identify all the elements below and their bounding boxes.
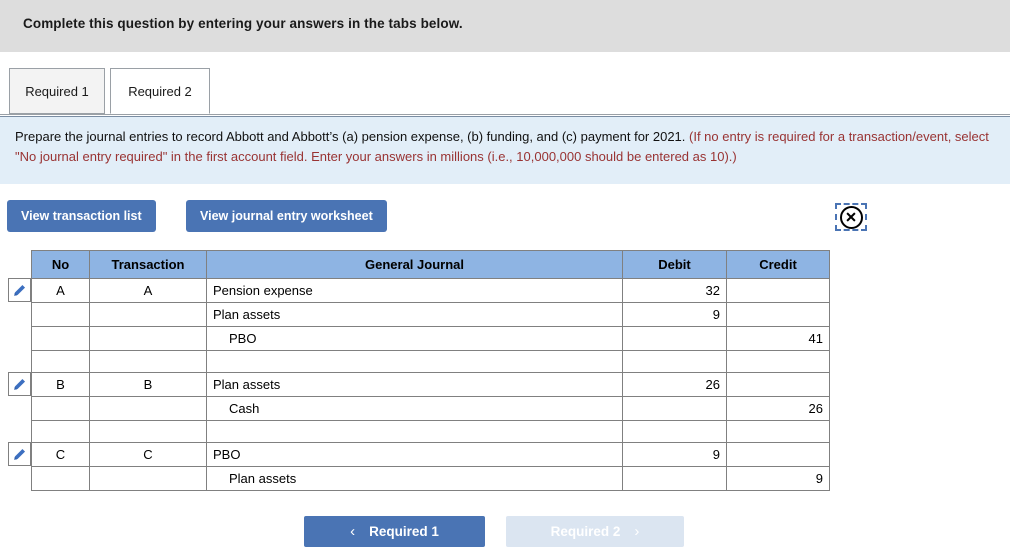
- table-row: C C PBO 9: [8, 442, 830, 467]
- table-row: Plan assets 9: [31, 466, 830, 491]
- chevron-left-icon: ‹: [350, 523, 356, 540]
- column-header-no: No: [31, 250, 90, 279]
- table-spacer-row: [31, 350, 830, 373]
- cell-debit[interactable]: [622, 466, 727, 491]
- tab-strip: Required 1 Required 2: [0, 68, 1010, 115]
- close-button[interactable]: [835, 203, 867, 231]
- cell-credit[interactable]: [726, 420, 830, 443]
- column-header-transaction: Transaction: [89, 250, 207, 279]
- instruction-panel: Prepare the journal entries to record Ab…: [0, 116, 1010, 184]
- cell-transaction[interactable]: [89, 466, 207, 491]
- cell-debit[interactable]: [622, 326, 727, 351]
- table-row: PBO 41: [31, 326, 830, 351]
- cell-credit[interactable]: [726, 372, 830, 397]
- prev-button-label: Required 1: [369, 524, 439, 539]
- cell-debit[interactable]: 32: [622, 278, 727, 303]
- close-circle-icon: [839, 205, 863, 229]
- journal-table: No Transaction General Journal Debit Cre…: [8, 250, 830, 491]
- cell-no[interactable]: [31, 466, 90, 491]
- chevron-right-icon: ›: [634, 523, 640, 540]
- cell-debit[interactable]: 26: [622, 372, 727, 397]
- cell-no[interactable]: [31, 350, 90, 373]
- table-spacer-row: [31, 420, 830, 443]
- cell-account[interactable]: Plan assets: [206, 372, 623, 397]
- cell-credit[interactable]: [726, 302, 830, 327]
- table-row: A A Pension expense 32: [8, 278, 830, 303]
- pencil-icon: [13, 448, 26, 461]
- cell-no[interactable]: [31, 396, 90, 421]
- cell-credit[interactable]: [726, 278, 830, 303]
- edit-row-button[interactable]: [8, 372, 31, 396]
- tab-required-1[interactable]: Required 1: [9, 68, 105, 114]
- view-journal-entry-worksheet-button[interactable]: View journal entry worksheet: [186, 200, 387, 232]
- cell-debit[interactable]: [622, 396, 727, 421]
- column-header-general-journal: General Journal: [206, 250, 623, 279]
- tab-required-2[interactable]: Required 2: [110, 68, 210, 114]
- column-header-debit: Debit: [622, 250, 727, 279]
- cell-no[interactable]: [31, 420, 90, 443]
- instruction-primary-text: Prepare the journal entries to record Ab…: [15, 129, 690, 144]
- cell-account[interactable]: PBO: [206, 442, 623, 467]
- cell-credit[interactable]: 41: [726, 326, 830, 351]
- cell-debit[interactable]: [622, 420, 727, 443]
- cell-transaction[interactable]: [89, 326, 207, 351]
- cell-no[interactable]: [31, 326, 90, 351]
- cell-transaction[interactable]: [89, 396, 207, 421]
- cell-transaction[interactable]: A: [89, 278, 207, 303]
- table-row: B B Plan assets 26: [8, 372, 830, 397]
- cell-account[interactable]: [206, 420, 623, 443]
- cell-no[interactable]: B: [8, 372, 90, 397]
- pager-navigation: ‹ Required 1 Required 2 ›: [0, 516, 1010, 550]
- cell-no[interactable]: C: [8, 442, 90, 467]
- cell-no[interactable]: A: [8, 278, 90, 303]
- next-button-label: Required 2: [550, 524, 621, 539]
- pencil-icon: [13, 284, 26, 297]
- cell-credit[interactable]: 9: [726, 466, 830, 491]
- question-banner-text: Complete this question by entering your …: [23, 16, 463, 31]
- cell-credit[interactable]: [726, 350, 830, 373]
- table-header-row: No Transaction General Journal Debit Cre…: [31, 250, 830, 279]
- prev-required-1-button[interactable]: ‹ Required 1: [304, 516, 485, 547]
- cell-transaction[interactable]: [89, 420, 207, 443]
- cell-account[interactable]: Plan assets: [206, 466, 623, 491]
- cell-account[interactable]: Plan assets: [206, 302, 623, 327]
- cell-debit[interactable]: [622, 350, 727, 373]
- cell-transaction[interactable]: C: [89, 442, 207, 467]
- table-row: Plan assets 9: [31, 302, 830, 327]
- cell-transaction[interactable]: [89, 302, 207, 327]
- edit-row-button[interactable]: [8, 442, 31, 466]
- pencil-icon: [13, 378, 26, 391]
- cell-transaction[interactable]: [89, 350, 207, 373]
- table-row: Cash 26: [31, 396, 830, 421]
- edit-row-button[interactable]: [8, 278, 31, 302]
- cell-credit[interactable]: [726, 442, 830, 467]
- column-header-credit: Credit: [726, 250, 830, 279]
- tab-strip-baseline: [0, 114, 1010, 115]
- next-required-2-button[interactable]: Required 2 ›: [506, 516, 684, 547]
- cell-debit[interactable]: 9: [622, 442, 727, 467]
- cell-account[interactable]: Pension expense: [206, 278, 623, 303]
- cell-no[interactable]: [31, 302, 90, 327]
- question-banner: Complete this question by entering your …: [0, 0, 1010, 52]
- journal-table-area: No Transaction General Journal Debit Cre…: [0, 250, 1010, 491]
- view-transaction-list-button[interactable]: View transaction list: [7, 200, 156, 232]
- cell-transaction[interactable]: B: [89, 372, 207, 397]
- cell-credit[interactable]: 26: [726, 396, 830, 421]
- cell-account[interactable]: Cash: [206, 396, 623, 421]
- cell-account[interactable]: [206, 350, 623, 373]
- cell-debit[interactable]: 9: [622, 302, 727, 327]
- cell-account[interactable]: PBO: [206, 326, 623, 351]
